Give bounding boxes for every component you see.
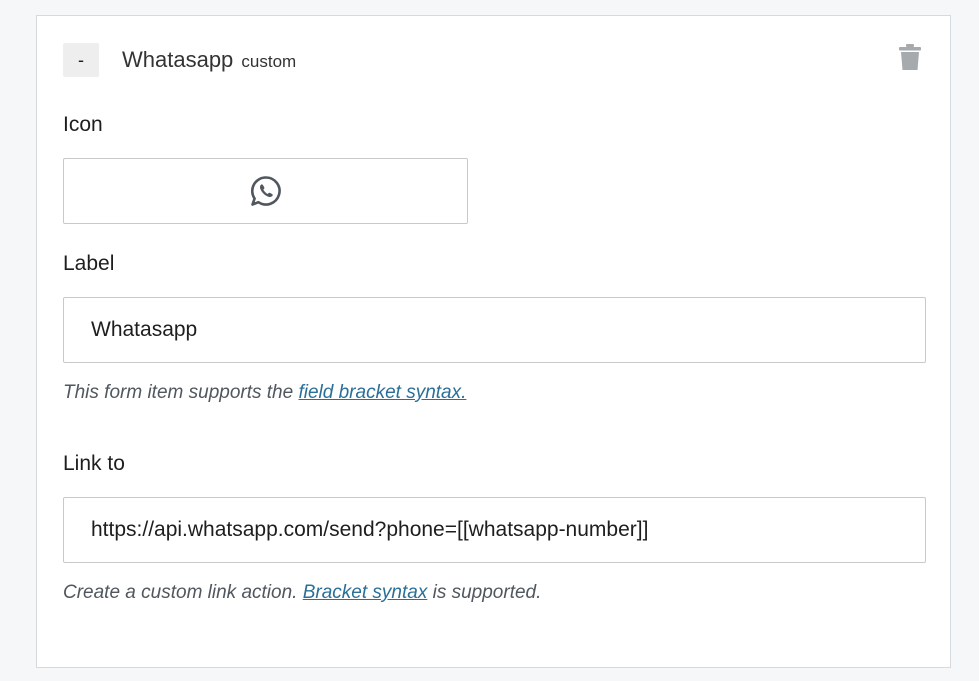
trash-icon[interactable] xyxy=(899,43,921,71)
social-item-panel: - Whatasapp custom Icon Label This form … xyxy=(36,15,951,668)
icon-field-label: Icon xyxy=(63,113,103,136)
link-help-prefix: Create a custom link action. xyxy=(63,582,303,603)
label-input[interactable] xyxy=(63,297,926,363)
item-title: Whatasapp custom xyxy=(122,47,296,73)
field-bracket-syntax-link[interactable]: field bracket syntax. xyxy=(298,382,466,403)
link-field-label: Link to xyxy=(63,452,125,475)
whatsapp-icon xyxy=(250,176,281,206)
label-help-prefix: This form item supports the xyxy=(63,382,299,403)
link-input[interactable] xyxy=(63,497,926,563)
link-help-text: Create a custom link action. Bracket syn… xyxy=(63,582,541,604)
label-help-text: This form item supports the field bracke… xyxy=(63,382,466,404)
item-subtitle: custom xyxy=(241,52,297,71)
icon-picker[interactable] xyxy=(63,158,468,224)
item-title-text: Whatasapp xyxy=(122,47,234,72)
link-help-suffix: is supported. xyxy=(427,582,542,603)
label-field-label: Label xyxy=(63,252,115,275)
collapse-button[interactable]: - xyxy=(63,43,99,77)
bracket-syntax-link[interactable]: Bracket syntax xyxy=(303,582,428,603)
